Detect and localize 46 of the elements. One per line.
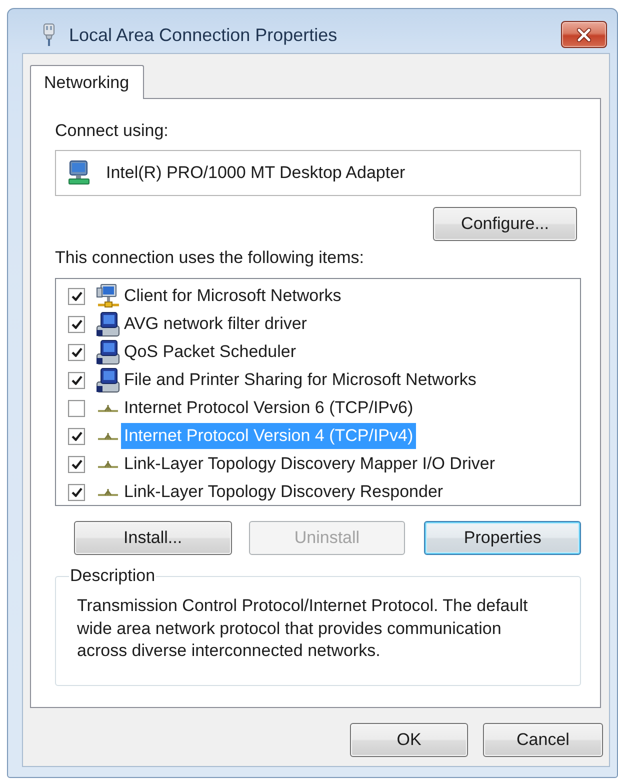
list-item[interactable]: Link-Layer Topology Discovery Mapper I/O Driver (121, 451, 498, 477)
network-segment-icon (96, 402, 120, 414)
checkbox[interactable] (68, 484, 85, 500)
check-icon (70, 319, 82, 329)
check-icon (70, 291, 82, 301)
computer-icon (96, 368, 120, 392)
check-icon (70, 347, 82, 357)
list-item[interactable]: QoS Packet Scheduler (121, 339, 299, 365)
network-segment-icon (96, 458, 120, 470)
networked-computer-icon (96, 284, 120, 308)
description-label: Description (69, 566, 156, 586)
check-icon (70, 459, 82, 469)
list-item[interactable]: Client for Microsoft Networks (121, 283, 344, 309)
close-icon (576, 28, 592, 42)
checkbox[interactable] (68, 344, 85, 360)
field-label: Connect using: (55, 121, 168, 141)
window-title: Local Area Connection Properties (69, 24, 338, 47)
tab[interactable]: Networking (30, 65, 144, 99)
adapter-name: Intel(R) PRO/1000 MT Desktop Adapter (106, 163, 406, 183)
computer-icon (96, 312, 120, 336)
install-button[interactable]: Install... (74, 521, 232, 555)
check-icon (70, 375, 82, 385)
list-item[interactable]: Internet Protocol Version 6 (TCP/IPv6) (121, 395, 416, 421)
checkbox[interactable] (68, 288, 85, 304)
computer-icon (96, 340, 120, 364)
list-item[interactable]: Link-Layer Topology Discovery Responder (121, 479, 446, 505)
properties-button[interactable]: Properties (424, 521, 581, 555)
section-label: This connection uses the following items: (55, 248, 364, 268)
ok-button[interactable]: OK (350, 723, 468, 757)
checkbox[interactable] (68, 456, 85, 472)
checkbox[interactable] (68, 428, 85, 444)
check-icon (70, 431, 82, 441)
network-segment-icon (96, 486, 120, 498)
close-button[interactable] (561, 21, 607, 48)
check-icon (70, 487, 82, 497)
cable-connector-icon (42, 23, 56, 47)
list-item[interactable]: AVG network filter driver (121, 311, 310, 337)
checkbox[interactable] (68, 316, 85, 332)
checkbox[interactable] (68, 400, 85, 416)
checkbox[interactable] (68, 372, 85, 388)
cancel-button[interactable]: Cancel (483, 723, 603, 757)
network-segment-icon (96, 430, 120, 442)
network-adapter-icon (67, 160, 91, 186)
description-text: Transmission Control Protocol/Internet Protocol. The default wide area network protocol that provides communication across diverse interconnected networks. (77, 595, 529, 662)
configure-button[interactable]: Configure... (433, 207, 577, 241)
list-item[interactable]: File and Printer Sharing for Microsoft Networks (121, 367, 480, 393)
